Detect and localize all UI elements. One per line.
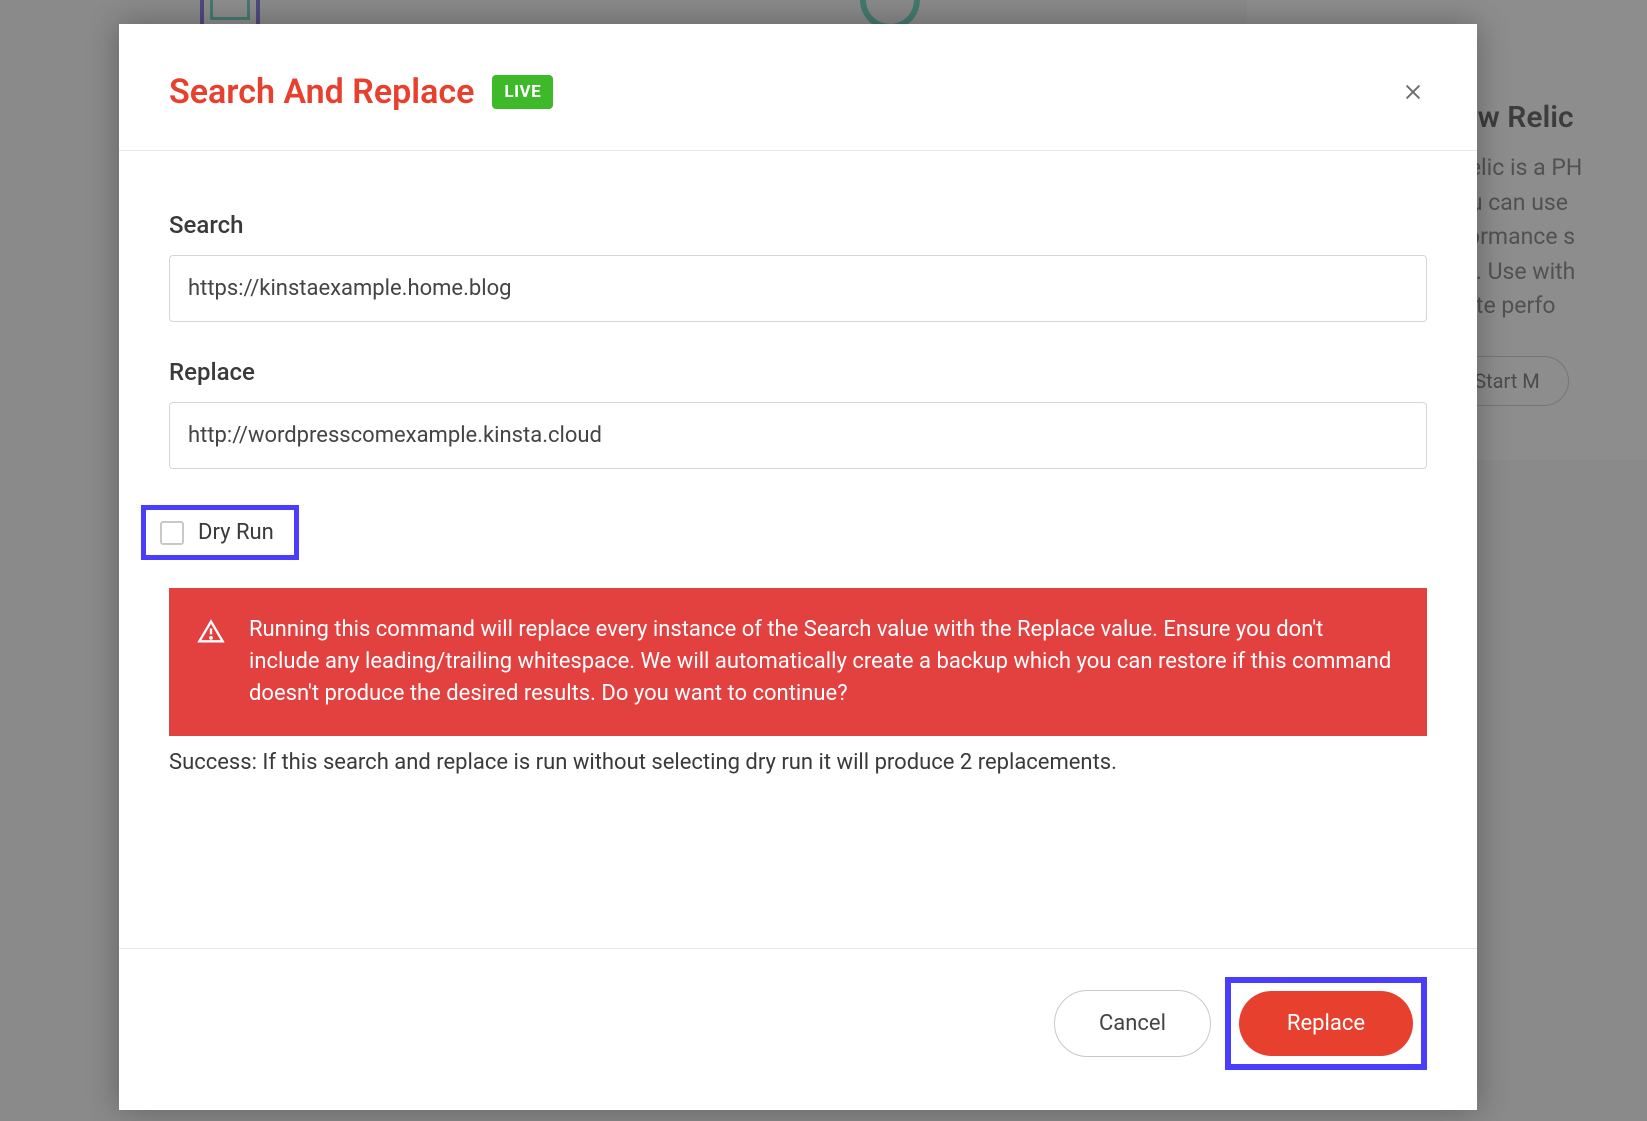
search-replace-modal: Search And Replace LIVE Search Replace D… — [119, 24, 1477, 1110]
modal-title: Search And Replace — [169, 72, 474, 112]
warning-banner: Running this command will replace every … — [169, 588, 1427, 736]
success-message: Success: If this search and replace is r… — [169, 750, 1427, 775]
live-badge: LIVE — [492, 75, 553, 109]
search-label: Search — [169, 211, 1427, 239]
modal-header: Search And Replace LIVE — [119, 24, 1477, 151]
search-field-group: Search — [169, 211, 1427, 322]
modal-footer: Cancel Replace — [119, 948, 1477, 1110]
dry-run-label: Dry Run — [198, 520, 274, 545]
replace-button-highlight: Replace — [1225, 977, 1427, 1070]
replace-field-group: Replace — [169, 358, 1427, 469]
replace-input[interactable] — [169, 402, 1427, 469]
replace-label: Replace — [169, 358, 1427, 386]
close-icon[interactable] — [1399, 78, 1427, 106]
warning-text: Running this command will replace every … — [249, 614, 1397, 710]
dry-run-checkbox[interactable] — [160, 521, 184, 545]
search-input[interactable] — [169, 255, 1427, 322]
replace-button[interactable]: Replace — [1239, 991, 1413, 1056]
dry-run-option[interactable]: Dry Run — [141, 505, 299, 560]
warning-triangle-icon — [197, 618, 225, 646]
modal-body: Search Replace Dry Run Running this comm… — [119, 151, 1477, 948]
cancel-button[interactable]: Cancel — [1054, 990, 1211, 1057]
